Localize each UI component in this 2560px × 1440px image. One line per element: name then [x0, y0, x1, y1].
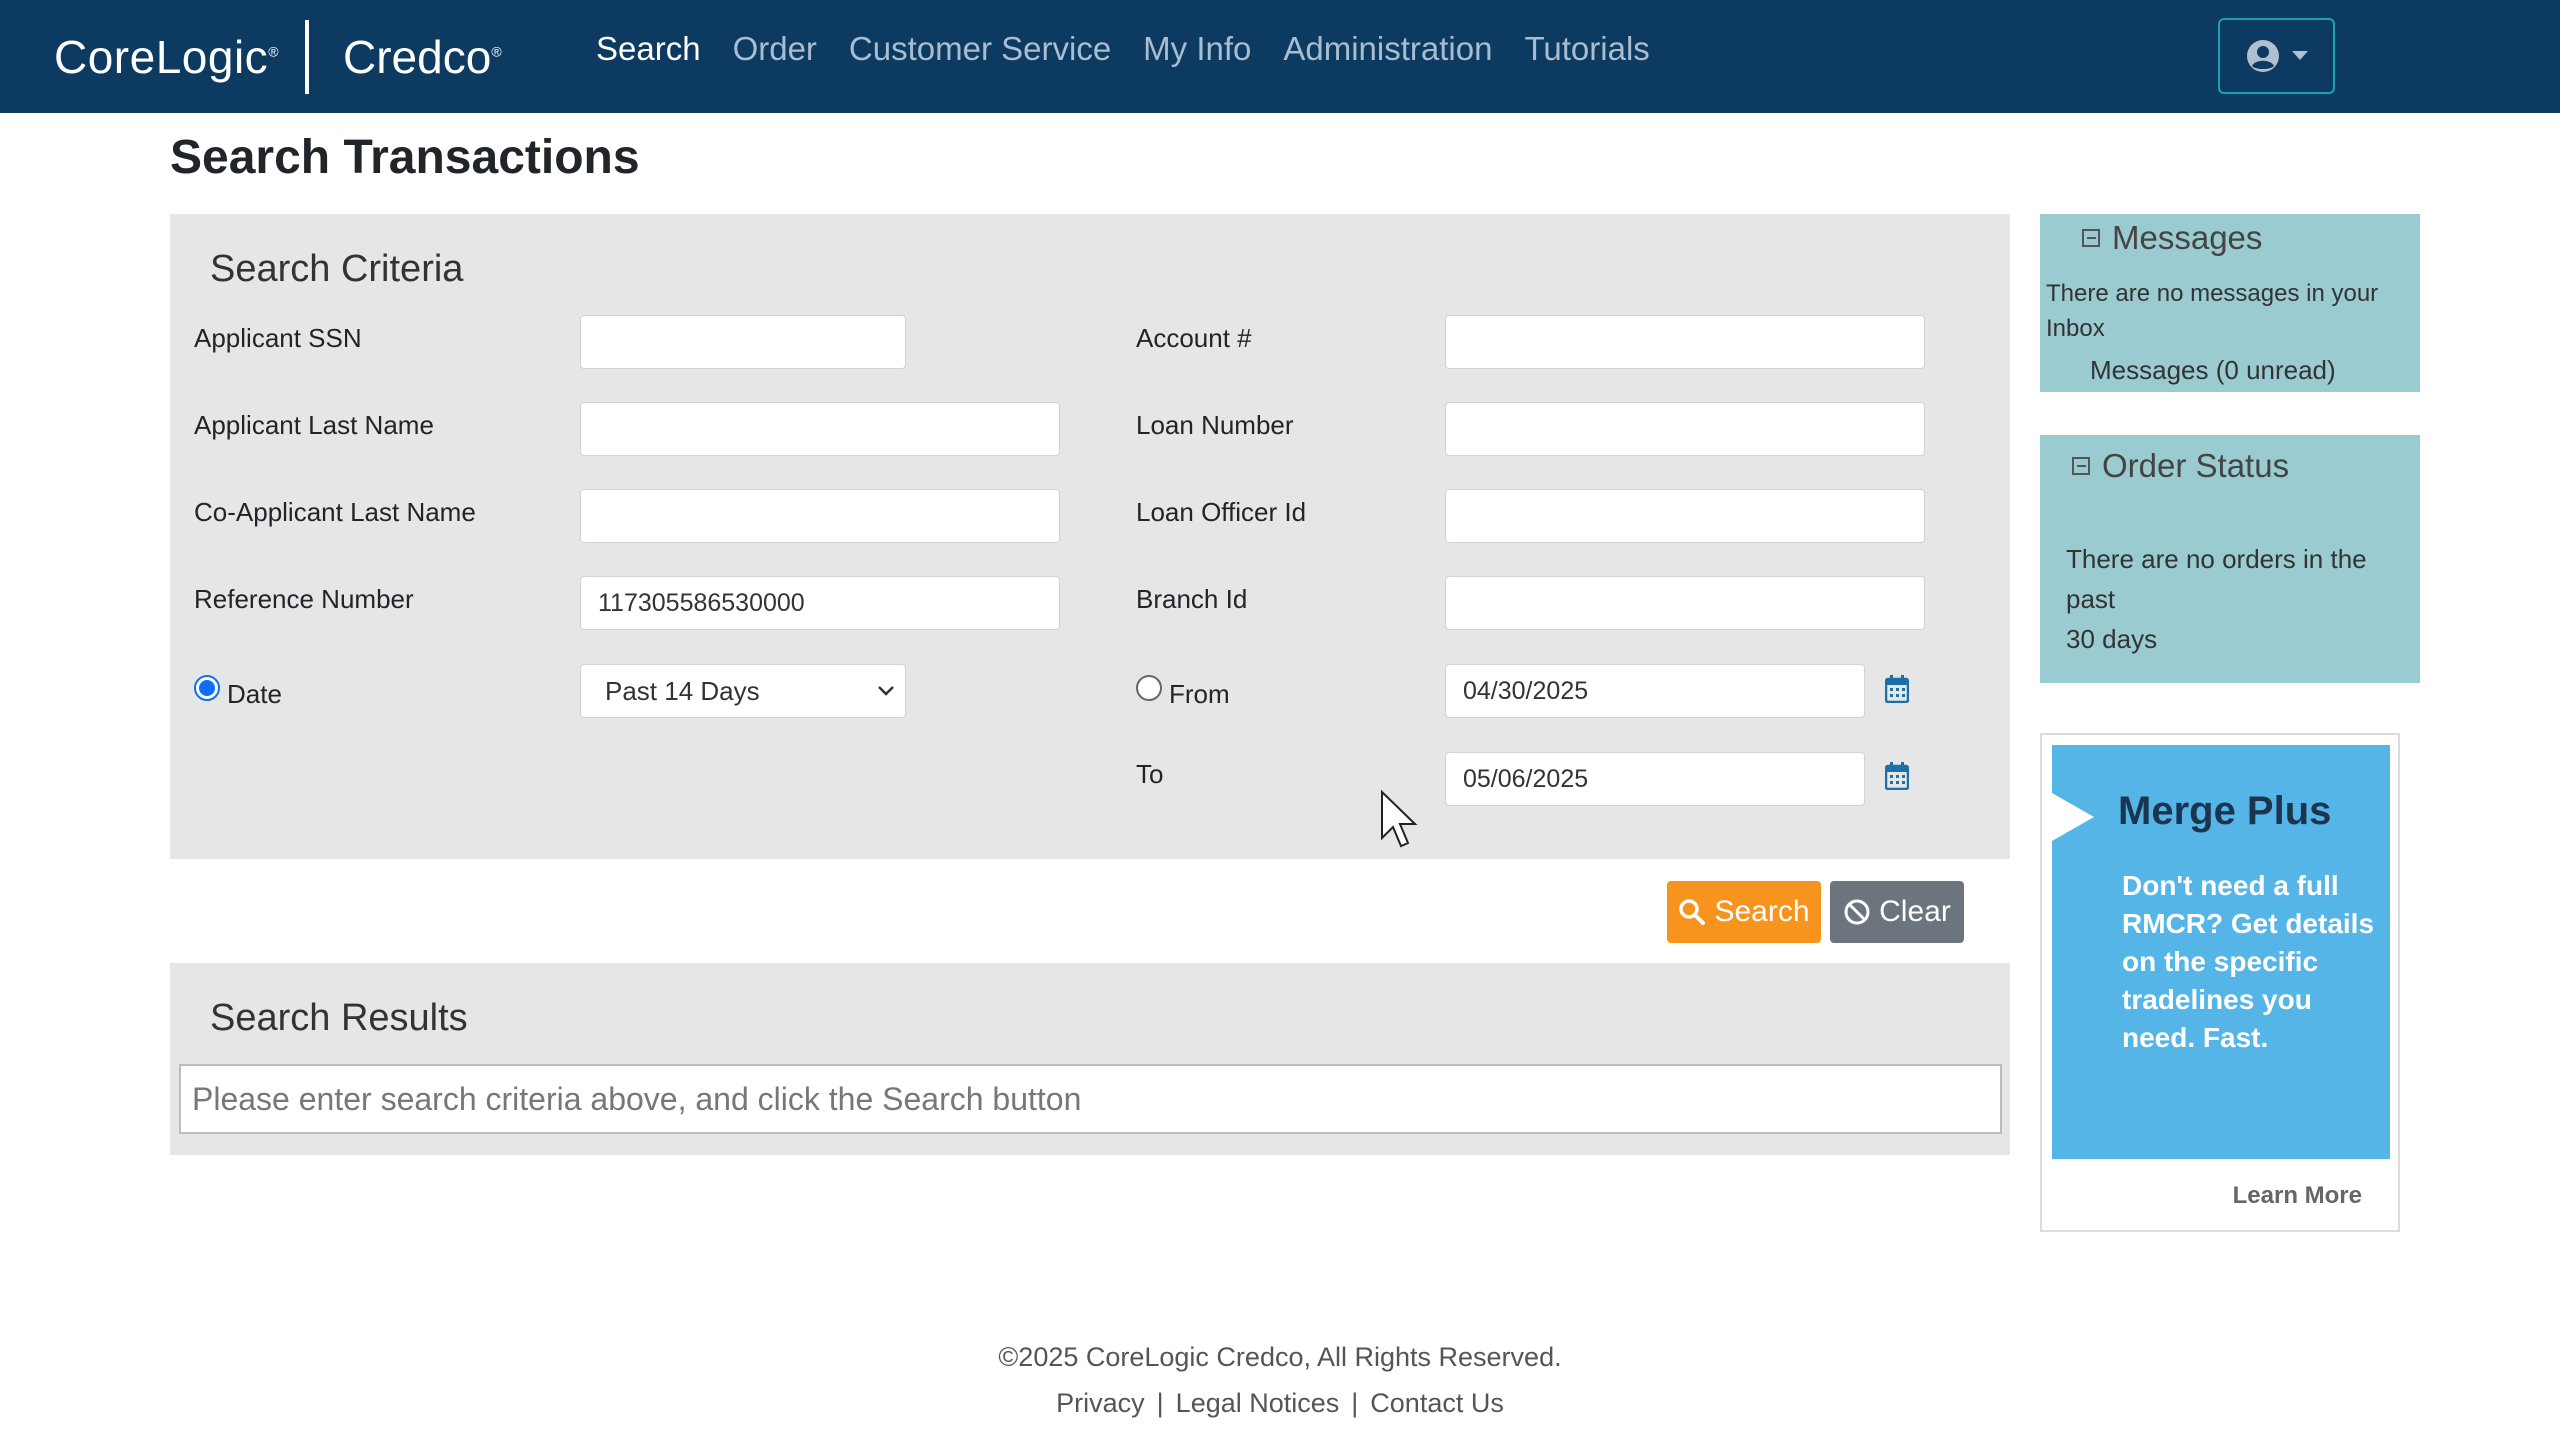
- applicant-last-name-label: Applicant Last Name: [194, 410, 434, 440]
- user-menu-button[interactable]: [2218, 18, 2335, 94]
- main-nav: Search Order Customer Service My Info Ad…: [596, 30, 1650, 68]
- date-radio-label: Date: [227, 679, 282, 709]
- search-criteria-heading: Search Criteria: [210, 248, 464, 290]
- clear-button-label: Clear: [1879, 895, 1951, 928]
- co-applicant-last-name-input[interactable]: [580, 489, 1060, 543]
- messages-heading: Messages: [2112, 219, 2263, 256]
- collapse-icon[interactable]: [2072, 457, 2090, 475]
- applicant-ssn-label: Applicant SSN: [194, 323, 362, 353]
- chevron-down-icon: [878, 686, 894, 696]
- nav-customer-service[interactable]: Customer Service: [849, 30, 1111, 68]
- nav-tutorials[interactable]: Tutorials: [1524, 30, 1649, 68]
- ad-body: Don't need a full RMCR? Get details on t…: [2122, 870, 2375, 1053]
- messages-panel: Messages There are no messages in your I…: [2040, 214, 2420, 392]
- nav-administration[interactable]: Administration: [1283, 30, 1492, 68]
- ban-icon: [1844, 899, 1870, 925]
- credco-logo-text: Credco: [343, 31, 492, 83]
- account-number-label: Account #: [1136, 323, 1252, 353]
- messages-summary-link[interactable]: Messages (0 unread): [2090, 353, 2336, 388]
- calendar-icon[interactable]: [1885, 762, 1909, 790]
- calendar-icon[interactable]: [1885, 675, 1909, 703]
- date-range-select[interactable]: Past 14 Days: [580, 664, 906, 718]
- nav-my-info[interactable]: My Info: [1143, 30, 1251, 68]
- learn-more-link[interactable]: Learn More: [2233, 1182, 2362, 1210]
- applicant-last-name-input[interactable]: [580, 402, 1060, 456]
- to-date-input[interactable]: 05/06/2025: [1445, 752, 1865, 806]
- merge-plus-ad[interactable]: Merge Plus Don't need a full RMCR? Get d…: [2040, 733, 2400, 1232]
- search-icon: [1679, 899, 1706, 925]
- brand-divider: [305, 20, 310, 94]
- order-status-heading: Order Status: [2102, 447, 2290, 484]
- caret-down-icon: [2291, 51, 2308, 60]
- to-label: To: [1136, 759, 1164, 789]
- ad-title: Merge Plus: [2118, 789, 2332, 833]
- from-radio[interactable]: [1136, 675, 1162, 701]
- search-results-placeholder: Please enter search criteria above, and …: [179, 1064, 2002, 1134]
- loan-officer-id-label: Loan Officer Id: [1136, 497, 1307, 527]
- privacy-link[interactable]: Privacy: [1056, 1388, 1145, 1419]
- order-status-header[interactable]: Order Status: [2072, 447, 2289, 485]
- messages-header[interactable]: Messages: [2082, 219, 2262, 257]
- search-results-heading: Search Results: [210, 997, 468, 1039]
- account-number-input[interactable]: [1445, 315, 1925, 369]
- chevron-right-icon: [2052, 793, 2094, 841]
- reference-number-label: Reference Number: [194, 584, 414, 614]
- order-status-line-2: 30 days: [2066, 624, 2158, 654]
- search-results-panel: Search Results Please enter search crite…: [170, 963, 2010, 1155]
- from-date-input[interactable]: 04/30/2025: [1445, 664, 1865, 718]
- footer-separator: |: [1351, 1388, 1359, 1418]
- reference-number-input[interactable]: 117305586530000: [580, 576, 1060, 630]
- loan-number-label: Loan Number: [1136, 410, 1294, 440]
- ad-banner[interactable]: Merge Plus Don't need a full RMCR? Get d…: [2052, 745, 2390, 1159]
- messages-empty-text: There are no messages in your Inbox: [2046, 280, 2379, 342]
- brand-logo[interactable]: CoreLogic ® Credco ®: [54, 20, 502, 94]
- from-radio-label: From: [1169, 679, 1230, 709]
- corelogic-logo-text: CoreLogic: [54, 31, 269, 83]
- search-button-label: Search: [1714, 895, 1810, 928]
- clear-button[interactable]: Clear: [1830, 881, 1964, 943]
- order-status-text: There are no orders in the past 30 days: [2066, 539, 2396, 659]
- top-navbar: CoreLogic ® Credco ® Search Order Customer…: [0, 0, 2560, 113]
- footer-separator: |: [1156, 1388, 1164, 1418]
- page-title: Search Transactions: [170, 131, 640, 184]
- search-button[interactable]: Search: [1667, 881, 1821, 943]
- mouse-cursor-icon: [1381, 790, 1418, 848]
- branch-id-input[interactable]: [1445, 576, 1925, 630]
- applicant-ssn-input[interactable]: [580, 315, 906, 369]
- co-applicant-last-name-label: Co-Applicant Last Name: [194, 497, 476, 527]
- date-radio[interactable]: [194, 675, 220, 701]
- nav-order[interactable]: Order: [733, 30, 817, 68]
- user-circle-icon: [2246, 40, 2279, 72]
- loan-officer-id-input[interactable]: [1445, 489, 1925, 543]
- collapse-icon[interactable]: [2082, 229, 2100, 247]
- contact-us-link[interactable]: Contact Us: [1370, 1388, 1504, 1419]
- order-status-line-1: There are no orders in the past: [2066, 544, 2367, 614]
- branch-id-label: Branch Id: [1136, 584, 1248, 614]
- footer-copyright: ©2025 CoreLogic Credco, All Rights Reser…: [998, 1342, 1562, 1372]
- footer-links: Privacy | Legal Notices | Contact Us: [0, 1388, 2560, 1419]
- legal-notices-link[interactable]: Legal Notices: [1176, 1388, 1340, 1419]
- loan-number-input[interactable]: [1445, 402, 1925, 456]
- nav-search[interactable]: Search: [596, 30, 701, 68]
- date-range-selected-value: Past 14 Days: [605, 676, 760, 706]
- search-criteria-panel: Search Criteria Applicant SSN Applicant …: [170, 214, 2010, 859]
- order-status-panel: Order Status There are no orders in the …: [2040, 435, 2420, 683]
